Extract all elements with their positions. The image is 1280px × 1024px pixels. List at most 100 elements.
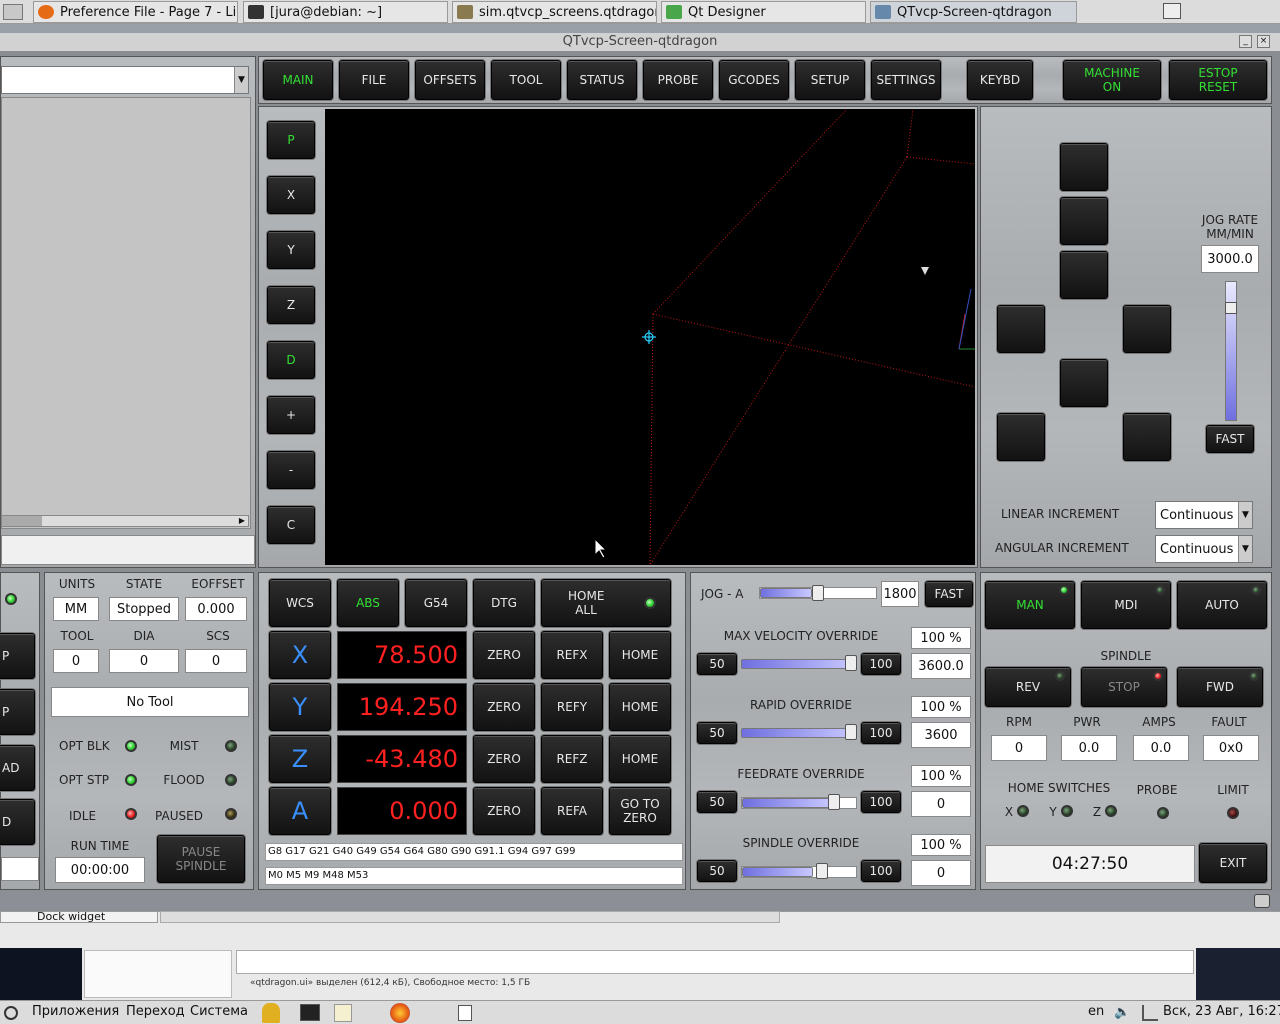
max-velocity-slider-handle[interactable] [845,655,857,671]
tab-status[interactable]: STATUS [567,60,637,100]
file-combo[interactable]: ▼ [1,66,249,94]
x-home-button[interactable]: HOME [609,631,671,679]
dock-widget-combo[interactable]: Dock widget [0,911,158,923]
tab-file[interactable]: FILE [339,60,409,100]
feedrate-override-slider-handle[interactable] [828,794,840,810]
taskbar-tab-browser[interactable]: Preference File - Page 7 - Li... [33,1,238,23]
minimize-icon[interactable]: _ [1239,35,1252,48]
jog-fast-button[interactable]: FAST [1206,425,1254,453]
taskbar-tab-sim[interactable]: sim.qtvcp_screens.qtdragon [452,1,657,23]
y-zero-button[interactable]: ZERO [473,683,535,731]
jog-x-plus-button[interactable] [1123,305,1171,353]
tab-settings[interactable]: SETTINGS [871,60,941,100]
zoom-out-button[interactable]: - [267,451,315,489]
keyboard-layout-label[interactable]: en [1088,1004,1104,1019]
spindle-override-slider[interactable] [741,863,857,879]
jog-rate-slider-handle[interactable] [1225,302,1237,314]
machine-on-button[interactable]: MACHINE ON [1063,60,1161,100]
spindle-override-50-button[interactable]: 50 [697,860,737,882]
scroll-right-icon[interactable]: ▶ [236,516,248,526]
show-desktop-icon[interactable] [3,4,23,20]
angular-increment-select[interactable]: Continuous ▼ [1155,535,1253,563]
jog-rate-field[interactable]: 3000.0 [1201,245,1259,273]
view-z-button[interactable]: Z [267,286,315,324]
feedrate-override-slider[interactable] [741,794,857,810]
scroll-thumb[interactable] [2,516,42,526]
view-y-button[interactable]: Y [267,231,315,269]
left-edge-button-2[interactable]: P [0,689,35,735]
rapid-override-50-button[interactable]: 50 [697,722,737,744]
a-ref-button[interactable]: REFA [541,787,603,835]
taskbar-tab-qtvcp[interactable]: QTvcp-Screen-qtdragon [870,1,1077,23]
jog-a-fast-button[interactable]: FAST [925,581,973,607]
jog-a-slider-handle[interactable] [812,585,825,601]
a-zero-button[interactable]: ZERO [473,787,535,835]
gcode-graphics-view[interactable] [325,109,975,565]
rapid-override-slider-handle[interactable] [845,724,857,740]
designer-text-box[interactable] [236,950,1194,974]
jog-y-plus-button[interactable] [1060,197,1108,245]
left-edge-button-3[interactable]: AD [0,745,35,791]
x-zero-button[interactable]: ZERO [473,631,535,679]
jog-y-plus-alt-button[interactable] [1060,251,1108,299]
close-icon[interactable]: × [1257,35,1270,48]
network-icon[interactable] [1142,1005,1158,1021]
text-editor-icon[interactable] [334,1004,352,1022]
window-list-icon[interactable] [1163,3,1181,19]
volume-icon[interactable]: 🔈 [1114,1005,1132,1021]
y-ref-button[interactable]: REFY [541,683,603,731]
clear-button[interactable]: C [267,506,315,544]
firefox-launcher-icon[interactable] [390,1003,410,1023]
y-home-button[interactable]: HOME [609,683,671,731]
file-list[interactable] [1,97,251,529]
jog-z-plus-button[interactable] [1060,143,1108,191]
jog-y-minus-button[interactable] [1060,359,1108,407]
linear-increment-select[interactable]: Continuous ▼ [1155,501,1253,529]
z-axis-button[interactable]: Z [269,735,331,783]
spindle-override-100-button[interactable]: 100 [861,860,901,882]
tab-probe[interactable]: PROBE [643,60,713,100]
view-p-button[interactable]: P [267,121,315,159]
app-resize-icon[interactable] [1254,894,1270,908]
max-velocity-50-button[interactable]: 50 [697,653,737,675]
trash-icon[interactable] [458,1005,472,1021]
tux-icon[interactable] [262,1003,280,1023]
tab-setup[interactable]: SETUP [795,60,865,100]
feedrate-override-100-button[interactable]: 100 [861,791,901,813]
tab-gcodes[interactable]: GCODES [719,60,789,100]
terminal-launcher-icon[interactable] [300,1004,320,1021]
feedrate-override-50-button[interactable]: 50 [697,791,737,813]
view-d-button[interactable]: D [267,341,315,379]
a-go-to-zero-button[interactable]: GO TO ZERO [609,787,671,835]
x-axis-button[interactable]: X [269,631,331,679]
tab-main[interactable]: MAIN [263,60,333,100]
home-all-button[interactable]: HOME ALL [541,579,671,627]
view-x-button[interactable]: X [267,176,315,214]
max-velocity-100-button[interactable]: 100 [861,653,901,675]
a-axis-button[interactable]: A [269,787,331,835]
jog-a-field[interactable]: 1800 [881,581,919,607]
jog-a-minus-button[interactable] [997,413,1045,461]
applications-menu[interactable]: Приложения [32,1004,119,1019]
z-ref-button[interactable]: REFZ [541,735,603,783]
g54-button[interactable]: G54 [405,579,467,627]
places-menu[interactable]: Переход [126,1004,185,1019]
tab-keybd[interactable]: KEYBD [967,60,1033,100]
z-zero-button[interactable]: ZERO [473,735,535,783]
zoom-in-button[interactable]: + [267,396,315,434]
jog-x-minus-button[interactable] [997,305,1045,353]
estop-reset-button[interactable]: ESTOP RESET [1169,60,1267,100]
z-home-button[interactable]: HOME [609,735,671,783]
pause-spindle-button[interactable]: PAUSE SPINDLE [157,835,245,883]
rapid-override-slider[interactable] [741,724,857,740]
jog-z-minus-button[interactable] [1123,413,1171,461]
max-velocity-slider[interactable] [741,655,857,671]
taskbar-tab-terminal[interactable]: [jura@debian: ~] [243,1,448,23]
dtg-button[interactable]: DTG [473,579,535,627]
rapid-override-100-button[interactable]: 100 [861,722,901,744]
abs-button[interactable]: ABS [337,579,399,627]
tab-tool[interactable]: TOOL [491,60,561,100]
horizontal-scrollbar[interactable]: ▶ [1,515,249,527]
jog-rate-slider[interactable] [1225,281,1237,421]
file-path-field[interactable] [1,535,255,565]
